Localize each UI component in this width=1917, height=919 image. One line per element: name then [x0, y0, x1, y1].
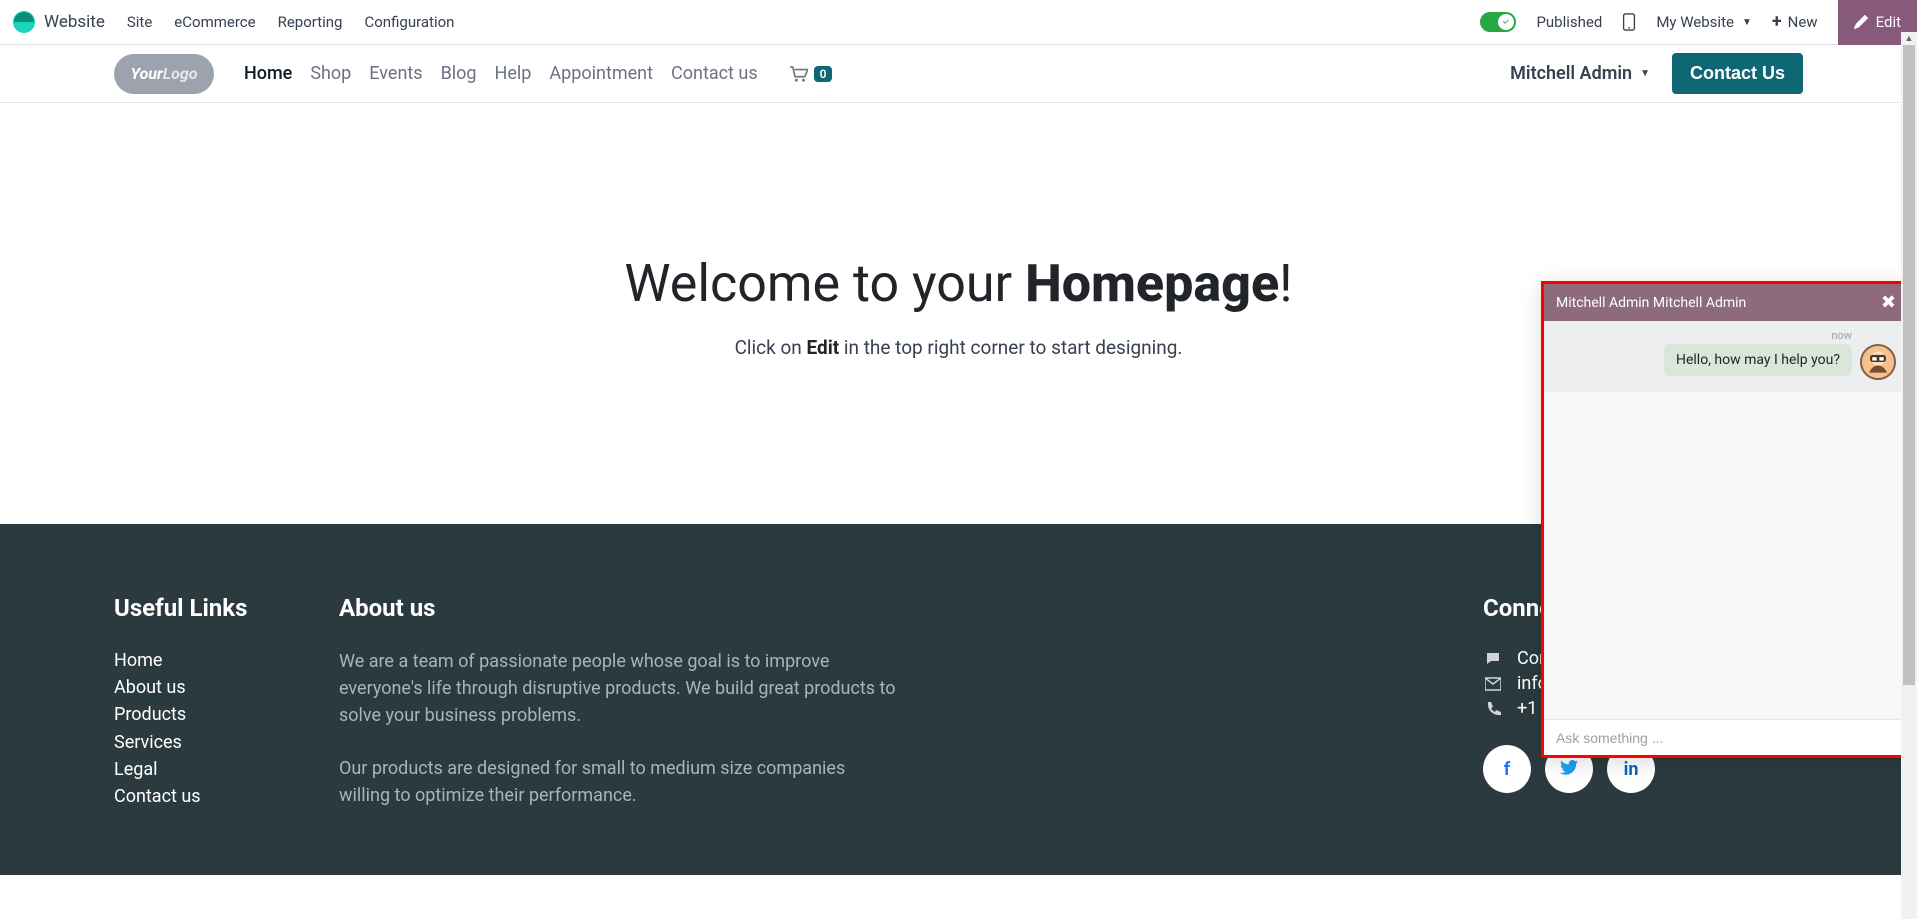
edit-label: Edit — [1876, 13, 1901, 31]
pencil-icon — [1854, 15, 1868, 29]
footer-link-products[interactable]: Products — [114, 702, 339, 727]
footer-links-column: Useful Links Home About us Products Serv… — [114, 594, 339, 835]
footer-link-contact[interactable]: Contact us — [114, 784, 339, 809]
nav-blog[interactable]: Blog — [441, 63, 477, 84]
facebook-button[interactable]: f — [1483, 745, 1531, 793]
site-nav: Home Shop Events Blog Help Appointment C… — [244, 63, 832, 84]
scroll-up-icon[interactable]: ▲ — [1901, 32, 1917, 45]
nav-appointment[interactable]: Appointment — [549, 63, 653, 84]
chat-title: Mitchell Admin Mitchell Admin — [1556, 295, 1746, 311]
new-label: New — [1788, 13, 1818, 31]
admin-menu: Site eCommerce Reporting Configuration — [127, 13, 455, 31]
twitter-icon — [1560, 759, 1578, 780]
user-name: Mitchell Admin — [1510, 63, 1632, 84]
linkedin-icon: in — [1624, 759, 1639, 780]
chevron-down-icon: ▼ — [1742, 17, 1752, 28]
footer-link-legal[interactable]: Legal — [114, 757, 339, 782]
mail-icon — [1483, 676, 1503, 692]
avatar — [1860, 344, 1896, 380]
footer-link-services[interactable]: Services — [114, 730, 339, 755]
site-header: YourLogo Home Shop Events Blog Help Appo… — [0, 45, 1917, 103]
footer-about-column: About us We are a team of passionate peo… — [339, 594, 899, 835]
odoo-logo-icon — [12, 10, 36, 34]
website-switcher-label: My Website — [1656, 13, 1734, 31]
plus-icon: + — [1772, 13, 1782, 31]
nav-contact[interactable]: Contact us — [671, 63, 758, 84]
chevron-down-icon: ▼ — [1640, 68, 1650, 79]
footer-about-title: About us — [339, 594, 899, 622]
phone-icon — [1483, 701, 1503, 717]
message-bubble: Hello, how may I help you? — [1664, 344, 1852, 376]
footer-about-p1: We are a team of passionate people whose… — [339, 648, 899, 729]
admin-menu-ecommerce[interactable]: eCommerce — [174, 13, 255, 31]
new-button[interactable]: + New — [1772, 13, 1818, 31]
message-time: now — [1556, 329, 1896, 342]
admin-toolbar: Website Site eCommerce Reporting Configu… — [0, 0, 1917, 45]
footer-links-title: Useful Links — [114, 594, 339, 622]
cart-count-badge: 0 — [814, 66, 833, 82]
scrollbar-thumb[interactable] — [1903, 45, 1915, 685]
cart-button[interactable]: 0 — [790, 66, 833, 82]
app-name[interactable]: Website — [44, 12, 105, 32]
admin-menu-site[interactable]: Site — [127, 13, 152, 31]
scrollbar[interactable]: ▲ — [1901, 45, 1917, 919]
nav-home[interactable]: Home — [244, 63, 292, 84]
published-toggle[interactable] — [1480, 12, 1516, 32]
site-logo[interactable]: YourLogo — [114, 54, 214, 94]
cart-icon — [790, 66, 808, 82]
chat-body: now Hello, how may I help you? — [1544, 321, 1908, 719]
livechat-widget: Mitchell Admin Mitchell Admin ✖ now Hell… — [1541, 281, 1911, 758]
chat-header[interactable]: Mitchell Admin Mitchell Admin ✖ — [1544, 284, 1908, 321]
user-dropdown[interactable]: Mitchell Admin ▼ — [1510, 63, 1650, 84]
published-label[interactable]: Published — [1536, 13, 1602, 31]
nav-shop[interactable]: Shop — [310, 63, 351, 84]
chat-input[interactable] — [1556, 730, 1896, 746]
close-icon[interactable]: ✖ — [1881, 292, 1896, 313]
contact-us-button[interactable]: Contact Us — [1672, 53, 1803, 94]
nav-help[interactable]: Help — [495, 63, 532, 84]
nav-events[interactable]: Events — [369, 63, 422, 84]
speech-icon — [1483, 651, 1503, 667]
facebook-icon: f — [1504, 759, 1510, 780]
footer-link-about[interactable]: About us — [114, 675, 339, 700]
footer-about-p2: Our products are designed for small to m… — [339, 755, 899, 809]
footer-link-home[interactable]: Home — [114, 648, 339, 673]
chat-input-area — [1544, 719, 1908, 755]
check-icon — [1498, 14, 1514, 30]
admin-menu-reporting[interactable]: Reporting — [278, 13, 343, 31]
mobile-preview-icon[interactable] — [1622, 13, 1636, 31]
website-switcher[interactable]: My Website ▼ — [1656, 13, 1752, 31]
admin-menu-configuration[interactable]: Configuration — [364, 13, 454, 31]
